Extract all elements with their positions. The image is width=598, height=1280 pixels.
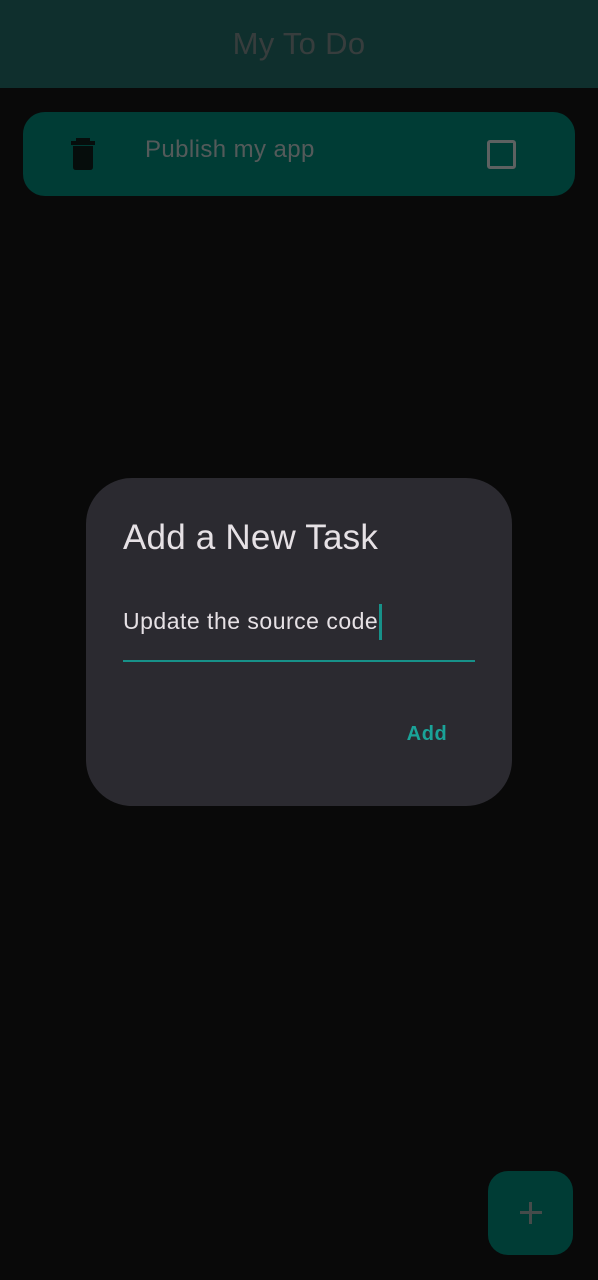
dialog-title: Add a New Task (123, 518, 379, 557)
task-input-value[interactable]: Update the source code (123, 604, 378, 638)
add-task-dialog: Add a New Task Update the source code Ad… (86, 478, 512, 806)
task-input-field[interactable]: Update the source code (123, 604, 475, 662)
text-cursor (379, 604, 383, 640)
add-button[interactable]: Add (392, 716, 462, 752)
